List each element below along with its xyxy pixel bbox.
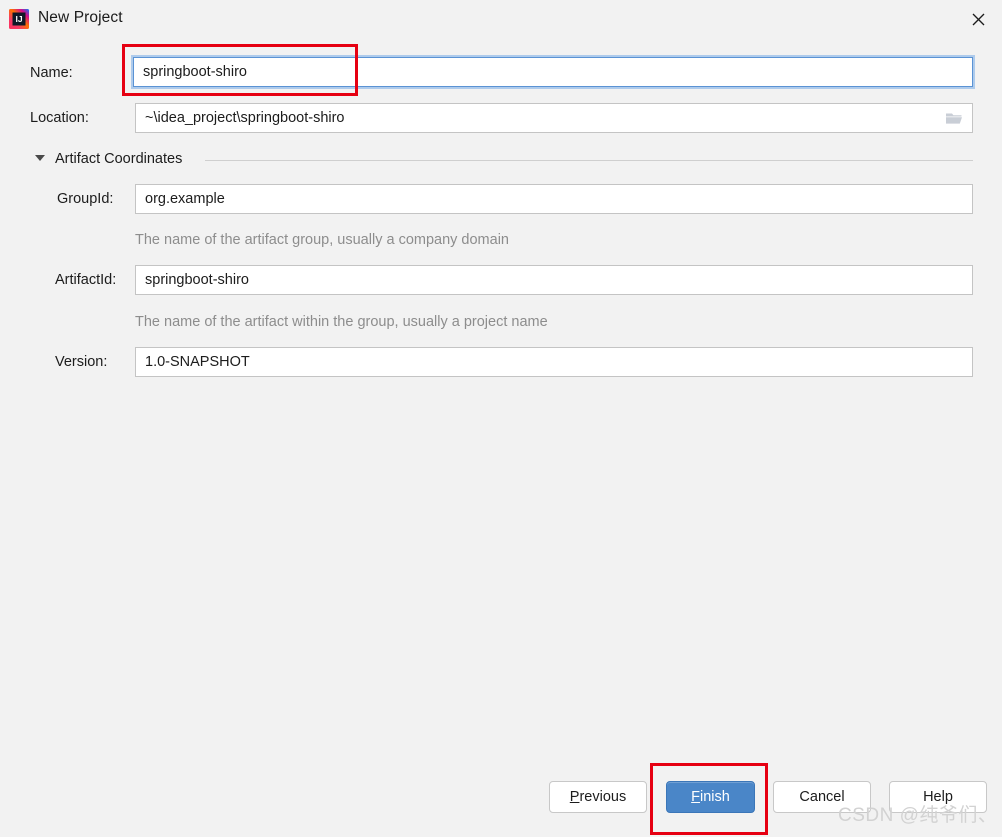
artifact-coordinates-title: Artifact Coordinates <box>55 151 183 167</box>
location-input[interactable]: ~\idea_project\springboot-shiro <box>135 103 973 133</box>
folder-open-icon[interactable] <box>945 110 963 126</box>
finish-button-mnemonic: F <box>691 789 701 805</box>
finish-button-label: inish <box>700 789 730 805</box>
group-id-input[interactable]: org.example <box>135 184 973 214</box>
cancel-button[interactable]: Cancel <box>773 781 871 813</box>
version-input[interactable]: 1.0-SNAPSHOT <box>135 347 973 377</box>
group-id-hint: The name of the artifact group, usually … <box>135 232 509 248</box>
artifact-id-hint: The name of the artifact within the grou… <box>135 314 548 330</box>
help-button-label: Help <box>923 789 953 805</box>
svg-text:IJ: IJ <box>15 14 22 24</box>
intellij-idea-logo-icon: IJ <box>8 8 30 30</box>
name-input[interactable]: springboot-shiro <box>133 57 973 87</box>
artifact-coordinates-chevron-down-icon[interactable] <box>35 155 45 161</box>
help-button[interactable]: Help <box>889 781 987 813</box>
previous-button-mnemonic: P <box>569 789 580 805</box>
finish-button[interactable]: Finish <box>666 781 755 813</box>
artifact-coordinates-divider <box>205 160 973 161</box>
version-label: Version: <box>55 354 108 370</box>
artifact-id-label: ArtifactId: <box>55 272 117 288</box>
artifact-id-input[interactable]: springboot-shiro <box>135 265 973 295</box>
close-icon[interactable] <box>954 0 1002 38</box>
window-title-bar: IJ New Project <box>0 0 1002 38</box>
previous-button[interactable]: Previous <box>549 781 647 813</box>
group-id-label: GroupId: <box>57 191 114 207</box>
previous-button-label: revious <box>579 789 627 805</box>
location-label: Location: <box>30 110 89 126</box>
name-label: Name: <box>30 65 73 81</box>
window-title: New Project <box>38 9 123 26</box>
cancel-button-label: Cancel <box>799 789 845 805</box>
